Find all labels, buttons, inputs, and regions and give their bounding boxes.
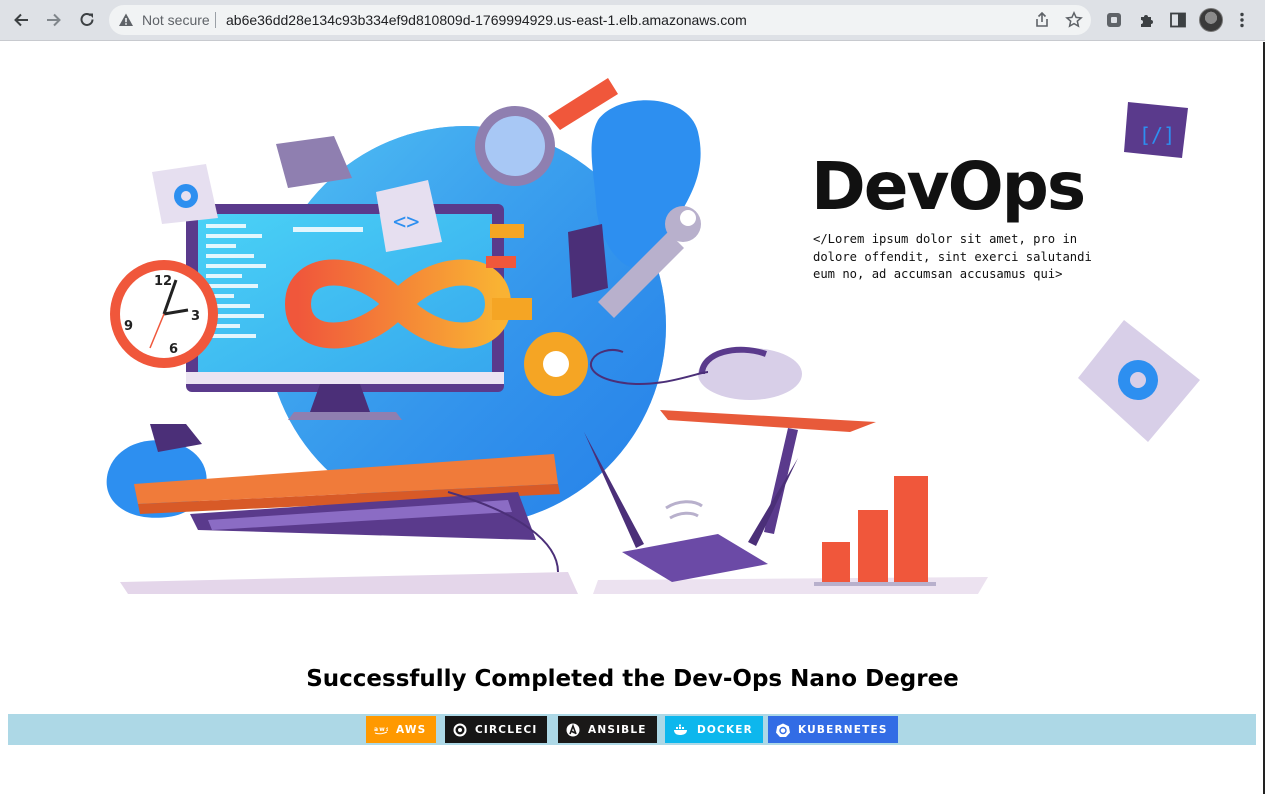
badge-label: DOCKER: [697, 723, 753, 736]
aws-icon: aws: [374, 725, 388, 735]
browser-toolbar: Not secure ab6e36dd28e134c93b334ef9d8108…: [0, 0, 1265, 41]
badge-label: ANSIBLE: [588, 723, 647, 736]
chart-bar: [858, 510, 888, 582]
separator: [215, 12, 216, 28]
badge-label: CIRCLECI: [475, 723, 538, 736]
page-title: Successfully Completed the Dev-Ops Nano …: [306, 666, 959, 692]
share-icon[interactable]: [1033, 11, 1051, 29]
reload-button[interactable]: [73, 6, 101, 34]
badge-strip: aws AWS CIRCLECI ANSIBLE DOCKER: [8, 714, 1256, 745]
badge-aws[interactable]: aws AWS: [366, 716, 437, 743]
ansible-icon: [566, 723, 580, 737]
badge-label: AWS: [396, 723, 427, 736]
badge-ansible[interactable]: ANSIBLE: [558, 716, 657, 743]
extension-icon[interactable]: [1104, 10, 1124, 30]
clock-number: 12: [154, 274, 172, 289]
clock-number: 9: [124, 319, 133, 334]
chart-bar: [822, 542, 850, 582]
page-content: 12 3 6 9 <> [/] DevOps </Lorem ipsum dol…: [0, 42, 1265, 794]
kubernetes-icon: [776, 723, 790, 737]
back-icon: [14, 13, 28, 27]
floating-cube: [568, 224, 608, 298]
clock-number: 6: [169, 342, 178, 357]
brand-text: </Lorem ipsum dolor sit amet, pro in dol…: [813, 232, 1092, 281]
blue-blob-small: [591, 100, 701, 269]
router-icon: [622, 534, 768, 582]
floor-shadow: [120, 572, 578, 594]
gear-hole: [543, 351, 569, 377]
tag: [492, 298, 532, 320]
monitor-stand: [310, 384, 370, 412]
back-button[interactable]: [7, 6, 35, 34]
badge-label: KUBERNETES: [798, 723, 888, 736]
sidepanel-icon[interactable]: [1168, 10, 1188, 30]
svg-text:aws: aws: [374, 726, 388, 733]
warning-icon[interactable]: [118, 12, 134, 28]
gear-hole: [181, 191, 191, 201]
badge-kubernetes[interactable]: KUBERNETES: [768, 716, 898, 743]
circleci-icon: [453, 723, 467, 737]
brand-title: DevOps: [811, 148, 1086, 225]
badge-docker[interactable]: DOCKER: [665, 716, 763, 743]
puzzle-icon[interactable]: [1137, 10, 1157, 30]
docker-icon: [673, 724, 689, 736]
monitor-base: [288, 412, 402, 420]
url-text[interactable]: ab6e36dd28e134c93b334ef9d810809d-1769994…: [226, 12, 747, 28]
reload-icon: [80, 12, 94, 26]
monitor-bezel: [186, 372, 504, 384]
address-bar[interactable]: Not secure ab6e36dd28e134c93b334ef9d8108…: [109, 5, 1091, 35]
side-table: [660, 410, 876, 432]
magnifier-lens: [485, 116, 545, 176]
clock-number: 3: [191, 309, 200, 324]
slash-code-icon: [/]: [1139, 123, 1175, 147]
forward-icon: [47, 13, 61, 27]
chart-bar: [894, 476, 928, 582]
forward-button[interactable]: [40, 6, 68, 34]
menu-icon[interactable]: [1232, 10, 1252, 30]
tag: [490, 224, 524, 238]
star-icon[interactable]: [1065, 11, 1083, 29]
badge-circleci[interactable]: CIRCLECI: [445, 716, 548, 743]
wifi-waves: [665, 500, 703, 520]
floating-key: [150, 424, 202, 452]
security-label[interactable]: Not secure: [142, 12, 210, 28]
avatar[interactable]: [1199, 8, 1223, 32]
chart-base: [814, 582, 936, 586]
tag: [486, 256, 516, 268]
code-brackets-icon: <>: [393, 210, 420, 235]
gear-hole: [1130, 372, 1146, 388]
wrench-notch: [680, 210, 696, 226]
